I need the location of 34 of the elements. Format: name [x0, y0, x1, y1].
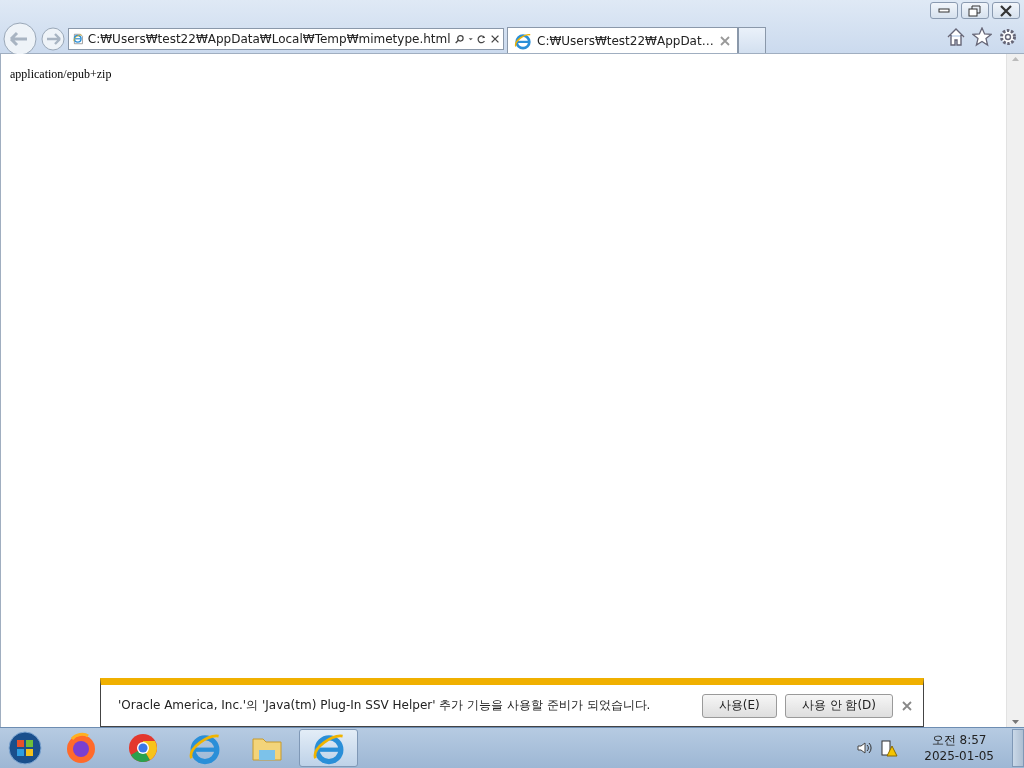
minimize-button[interactable]	[930, 2, 958, 19]
notification-button[interactable]: 사용 안 함(D)	[784, 693, 893, 718]
browser-tab[interactable]: C:₩Users₩test22₩AppDat…	[507, 27, 738, 53]
close-tab-icon[interactable]	[718, 34, 731, 47]
clock-date: 2025-01-05	[924, 748, 994, 764]
taskbar-button[interactable]	[299, 729, 358, 767]
close-icon[interactable]	[901, 699, 913, 712]
back-button[interactable]	[2, 20, 38, 57]
stop-icon[interactable]	[490, 33, 499, 45]
scrollbar[interactable]	[1006, 54, 1024, 727]
notification-message: 'Oracle America, Inc.'의 'Java(tm) Plug-In SSV Helper' 추가 기능을 사용할 준비가 되었습니다.	[118, 697, 652, 714]
page-text: application/epub+zip	[10, 67, 112, 81]
new-tab-button[interactable]	[737, 27, 766, 53]
restore-icon	[967, 2, 983, 19]
star-icon[interactable]	[972, 27, 992, 47]
clock[interactable]: 오전 8:57 2025-01-05	[924, 732, 994, 764]
page-icon	[73, 31, 84, 47]
settings-icon[interactable]	[998, 27, 1018, 47]
search-icon[interactable]	[454, 32, 465, 46]
home-icon[interactable]	[946, 27, 966, 47]
clock-time: 오전 8:57	[931, 732, 987, 748]
close-button[interactable]	[992, 2, 1020, 19]
show-desktop-button[interactable]	[1012, 729, 1024, 767]
notification-button[interactable]: 사용(E)	[701, 693, 777, 718]
speaker-icon[interactable]	[856, 740, 873, 756]
start-orb-icon	[8, 731, 42, 765]
close-icon	[998, 2, 1014, 19]
address-bar[interactable]: C:₩Users₩test22₩AppData₩Local₩Temp₩mimetype.html	[68, 28, 504, 50]
refresh-icon[interactable]	[477, 32, 487, 46]
forward-button[interactable]	[40, 25, 66, 52]
network-warning-icon[interactable]	[880, 739, 899, 757]
restore-button[interactable]	[961, 2, 989, 19]
scroll-down-arrow-icon[interactable]	[1011, 718, 1020, 727]
browser-logo-icon	[514, 31, 532, 50]
